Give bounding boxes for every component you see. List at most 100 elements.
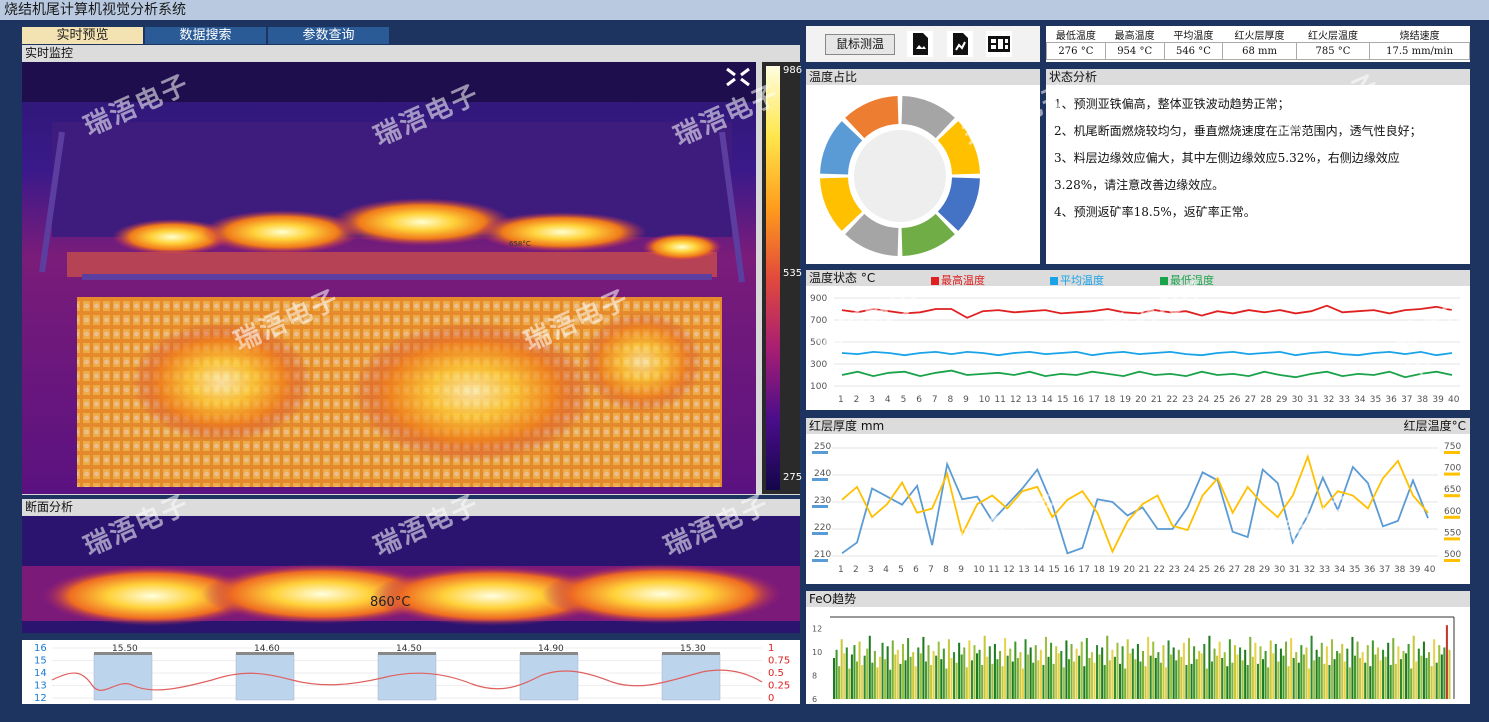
edge-effect-box-label: 15.30 xyxy=(680,644,706,654)
feo-bar xyxy=(1004,638,1007,699)
feo-bar xyxy=(1374,654,1377,699)
feo-bar xyxy=(1392,638,1395,699)
feo-bar xyxy=(983,635,986,699)
feo-bar xyxy=(1075,648,1078,699)
edge-effect-box xyxy=(519,653,579,701)
legend-min-temp: 最低温度 xyxy=(1160,272,1214,288)
feo-bar xyxy=(1060,650,1063,699)
tab-parameter-query[interactable]: 参数查询 xyxy=(268,27,389,44)
edge-effect-box xyxy=(661,653,721,701)
feo-bar xyxy=(965,667,968,699)
colorbar-max: 986 xyxy=(783,65,803,76)
feo-bar xyxy=(858,641,861,699)
feo-bar xyxy=(1407,643,1410,699)
colorbar-gradient xyxy=(766,66,780,490)
feo-bar xyxy=(919,653,922,699)
red-layer-chart: 2502402302202107507006506005505001 2 3 4 5 6 7… xyxy=(812,442,1461,575)
thermal-image[interactable]: 658°C xyxy=(22,62,756,494)
feo-bar xyxy=(1052,663,1055,699)
feo-bar xyxy=(1443,647,1446,699)
series-line-平均温度 xyxy=(841,350,1453,357)
feo-bar xyxy=(1338,653,1341,699)
chart-export-icon[interactable] xyxy=(947,31,973,57)
feo-bar xyxy=(978,649,981,699)
feo-bar xyxy=(922,636,925,699)
feo-bar xyxy=(924,661,927,699)
feo-bar xyxy=(840,639,843,699)
x-tick-label: 18 xyxy=(1093,565,1105,575)
x-tick-label: 10 xyxy=(979,395,991,405)
feo-bar xyxy=(1428,652,1431,699)
right-tick-label: 0.75 xyxy=(768,656,790,667)
x-tick-label: 2 xyxy=(853,565,859,575)
x-tick-label: 6 xyxy=(913,565,919,575)
x-tick-label: 24 xyxy=(1198,395,1210,405)
tab-realtime-preview[interactable]: 实时预览 xyxy=(22,27,143,44)
series-line-最低温度 xyxy=(841,369,1453,379)
x-tick-label: 14 xyxy=(1033,565,1045,575)
feo-bar xyxy=(1162,645,1165,699)
feo-bar xyxy=(1134,659,1137,699)
feo-bar xyxy=(1364,662,1367,699)
section-thermal-image[interactable]: 860°C xyxy=(22,516,800,633)
feo-bar xyxy=(1445,625,1448,699)
feo-bar xyxy=(838,666,841,699)
feo-bar xyxy=(955,662,958,699)
x-tick-label: 8 xyxy=(947,395,953,405)
feo-bar xyxy=(1295,652,1298,699)
x-tick-label: 31 xyxy=(1289,565,1300,575)
feo-bar xyxy=(1011,661,1014,699)
video-icon[interactable] xyxy=(986,31,1012,57)
mouse-measure-button[interactable]: 鼠标测温 xyxy=(825,34,895,55)
right-tick-label: 0.5 xyxy=(768,668,784,679)
x-tick-label: 26 xyxy=(1214,565,1226,575)
feo-bar xyxy=(1376,647,1379,699)
tab-data-search[interactable]: 数据搜索 xyxy=(145,27,266,44)
tool-panel: 鼠标测温 xyxy=(806,26,1040,62)
feo-bar xyxy=(894,654,897,699)
edge-effect-chart: 16 15 14 13 12 1 0.75 0.5 0.25 0 15.50 14.60 14.50… xyxy=(22,640,800,704)
feo-bar xyxy=(1359,658,1362,699)
edge-effect-box-label: 14.60 xyxy=(254,644,280,654)
thermal-image-render: 658°C xyxy=(22,62,756,494)
y-left-tick-label: 250 xyxy=(814,442,831,452)
feo-bar xyxy=(1269,640,1272,699)
feo-bar xyxy=(1292,658,1295,699)
feo-bar xyxy=(940,659,943,699)
feo-bar xyxy=(1277,661,1280,699)
y-left-tick-label: 220 xyxy=(814,523,831,533)
x-tick-label: 4 xyxy=(883,565,889,575)
x-tick-label: 34 xyxy=(1334,565,1346,575)
temp-status-header: 温度状态 °C xyxy=(806,270,1470,286)
image-export-icon[interactable] xyxy=(907,31,933,57)
feo-panel: FeO趋势 12 10 8 6 xyxy=(806,591,1470,704)
feo-bar xyxy=(1001,666,1004,699)
feo-bar xyxy=(878,656,882,699)
feo-bar xyxy=(950,658,953,699)
feo-bar xyxy=(1152,641,1155,699)
donut-center xyxy=(854,130,946,222)
feo-bar xyxy=(1267,667,1270,699)
feo-bar xyxy=(1384,656,1387,699)
feo-bar xyxy=(1136,643,1139,699)
red-layer-thickness-title: 红层厚度 mm xyxy=(809,419,885,433)
feo-bar xyxy=(1402,650,1405,699)
feo-bar xyxy=(1412,635,1415,699)
y-tick-label: 6 xyxy=(812,695,817,704)
edge-effect-box-label: 14.90 xyxy=(538,644,564,654)
feo-bar xyxy=(868,635,871,699)
feo-bar xyxy=(1142,650,1145,699)
feo-bar xyxy=(901,643,904,699)
x-tick-label: 12 xyxy=(1003,565,1014,575)
feo-bar xyxy=(1164,667,1168,699)
realtime-monitor-panel: 实时监控 658°C 986 535 275 xyxy=(22,45,803,495)
x-tick-label: 20 xyxy=(1123,565,1135,575)
feo-bar xyxy=(1262,659,1265,699)
feo-bar xyxy=(1336,650,1339,699)
feo-bar xyxy=(1231,662,1234,699)
feo-bar xyxy=(1244,649,1247,699)
realtime-monitor-header: 实时监控 xyxy=(22,45,800,61)
feo-bar xyxy=(1210,661,1213,699)
stat-value-sinter-speed: 17.5 mm/min xyxy=(1369,42,1470,60)
temp-ratio-donut xyxy=(820,96,980,256)
